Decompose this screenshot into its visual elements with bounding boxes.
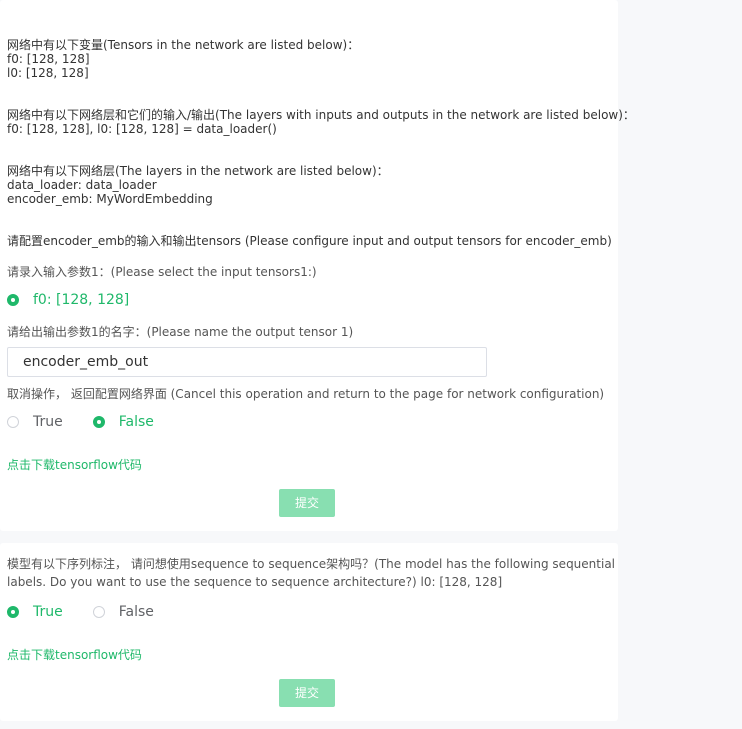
cancel-option-false[interactable]: False (92, 414, 154, 430)
download-tensorflow-link[interactable]: 点击下载tensorflow代码 (7, 646, 142, 663)
radio-label: True (33, 414, 63, 430)
seq2seq-option-true[interactable]: True (7, 604, 63, 620)
seq2seq-option-false[interactable]: False (92, 604, 154, 620)
layer-item: data_loader: data_loader (7, 178, 157, 192)
radio-label: f0: [128, 128] (33, 292, 130, 308)
seq2seq-card: 模型有以下序列标注， 请问想使用sequence to sequence架构吗？… (0, 543, 618, 721)
seq2seq-prompt-line1: 模型有以下序列标注， 请问想使用sequence to sequence架构吗？… (7, 557, 616, 571)
variables-heading: 网络中有以下变量(Tensors in the network are list… (7, 38, 360, 52)
seq2seq-prompt-line2: labels. Do you want to use the sequence … (7, 575, 503, 589)
layers-io-heading: 网络中有以下网络层和它们的输入/输出(The layers with input… (7, 108, 635, 122)
input-tensor-radio-group: f0: [128, 128] (7, 292, 159, 308)
output-prompt: 请给出输出参数1的名字：(Please name the output tens… (7, 325, 354, 339)
seq2seq-radio-group: True False (7, 604, 184, 620)
download-tensorflow-link[interactable]: 点击下载tensorflow代码 (7, 456, 142, 473)
radio-label: False (118, 414, 154, 430)
cancel-prompt: 取消操作， 返回配置网络界面 (Cancel this operation an… (7, 387, 605, 401)
cancel-option-true[interactable]: True (7, 414, 63, 430)
input-tensor-option-f0[interactable]: f0: [128, 128] (7, 292, 129, 308)
submit-button[interactable]: 提交 (279, 679, 335, 707)
layer-item: encoder_emb: MyWordEmbedding (7, 192, 213, 206)
input-prompt: 请录入输入参数1：(Please select the input tensor… (7, 265, 317, 279)
configure-title: 请配置encoder_emb的输入和输出tensors (Please conf… (7, 234, 612, 248)
output-name-input[interactable]: encoder_emb_out (7, 347, 487, 377)
radio-checked-icon[interactable] (92, 416, 105, 428)
config-card: 网络中有以下变量(Tensors in the network are list… (0, 0, 635, 531)
radio-checked-icon[interactable] (7, 294, 19, 306)
variable-item: l0: [128, 128] (7, 66, 89, 80)
variable-item: f0: [128, 128] (7, 52, 90, 66)
radio-unchecked-icon[interactable] (92, 606, 105, 618)
radio-label: True (33, 604, 63, 620)
layers-heading: 网络中有以下网络层(The layers in the network are … (7, 164, 389, 178)
cancel-radio-group: True False (7, 414, 184, 430)
radio-checked-icon[interactable] (7, 606, 19, 618)
layer-io-item: f0: [128, 128], l0: [128, 128] = data_lo… (7, 122, 277, 136)
radio-unchecked-icon[interactable] (7, 416, 19, 428)
radio-label: False (118, 604, 154, 620)
submit-button[interactable]: 提交 (279, 489, 335, 517)
